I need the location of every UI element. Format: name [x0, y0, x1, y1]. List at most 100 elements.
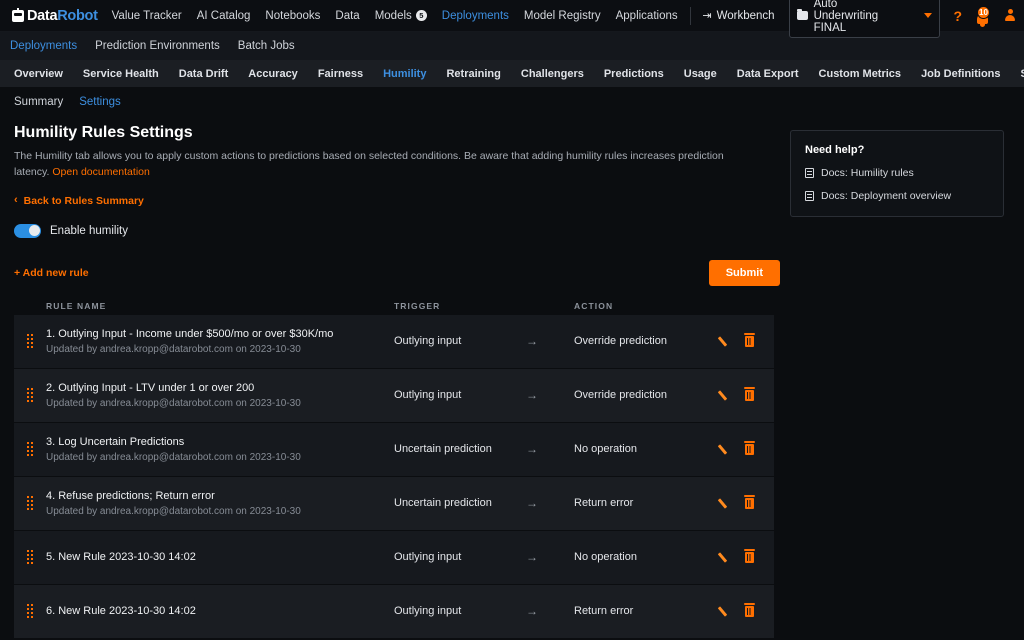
project-selector[interactable]: Auto Underwriting FINAL [789, 0, 941, 38]
row-action-icons [719, 389, 774, 402]
tab-data-drift[interactable]: Data Drift [179, 68, 229, 80]
column-header-action: ACTION [574, 301, 719, 311]
rule-name: 4. Refuse predictions; Return error [46, 490, 394, 502]
tab-data-export[interactable]: Data Export [737, 68, 799, 80]
edit-icon[interactable] [719, 605, 732, 618]
nav-item-ai-catalog[interactable]: AI Catalog [197, 10, 251, 22]
rule-action: Return error [574, 497, 719, 509]
add-new-rule-button[interactable]: + Add new rule [14, 267, 89, 279]
table-row[interactable]: 4. Refuse predictions; Return error Upda… [14, 477, 774, 531]
arrow-right-icon: → [526, 604, 538, 618]
page-content: Humility Rules Settings The Humility tab… [0, 108, 1024, 639]
drag-handle-icon[interactable] [14, 442, 46, 457]
rule-subtitle: Updated by andrea.kropp@datarobot.com on… [46, 344, 394, 355]
robot-icon [12, 10, 24, 22]
tab-settings[interactable]: Settings [1021, 68, 1024, 80]
tab-job-definitions[interactable]: Job Definitions [921, 68, 1000, 80]
rule-name-cell: 6. New Rule 2023-10-30 14:02 [46, 605, 394, 617]
drag-handle-icon[interactable] [14, 388, 46, 403]
row-action-icons [719, 443, 774, 456]
drag-handle-icon[interactable] [14, 334, 46, 349]
tab-predictions[interactable]: Predictions [604, 68, 664, 80]
delete-icon[interactable] [745, 552, 754, 563]
enable-humility-toggle[interactable] [14, 224, 41, 238]
edit-icon[interactable] [719, 551, 732, 564]
rule-subtitle: Updated by andrea.kropp@datarobot.com on… [46, 452, 394, 463]
back-to-rules-summary-link[interactable]: ‹ Back to Rules Summary [14, 195, 780, 207]
question-mark-icon: ? [953, 8, 962, 24]
datarobot-logo[interactable]: DataRobot [8, 8, 98, 24]
tab-challengers[interactable]: Challengers [521, 68, 584, 80]
rule-trigger: Uncertain prediction [394, 497, 574, 509]
rule-name: 5. New Rule 2023-10-30 14:02 [46, 551, 394, 563]
rule-action: Override prediction [574, 335, 719, 347]
document-icon [805, 168, 814, 178]
drag-handle-icon[interactable] [14, 496, 46, 511]
submit-button[interactable]: Submit [709, 260, 780, 286]
rule-name: 1. Outlying Input - Income under $500/mo… [46, 328, 394, 340]
tab-custom-metrics[interactable]: Custom Metrics [819, 68, 902, 80]
rule-trigger: Uncertain prediction [394, 443, 574, 455]
deployment-tab-bar: Overview Service Health Data Drift Accur… [0, 60, 1024, 87]
drag-handle-icon[interactable] [14, 550, 46, 565]
table-header-row: RULE NAME TRIGGER ACTION [14, 297, 774, 315]
open-documentation-link[interactable]: Open documentation [52, 166, 149, 178]
table-row[interactable]: 1. Outlying Input - Income under $500/mo… [14, 315, 774, 369]
tab-service-health[interactable]: Service Health [83, 68, 159, 80]
column-header-trigger: TRIGGER [394, 301, 574, 311]
delete-icon[interactable] [745, 390, 754, 401]
tab-retraining[interactable]: Retraining [446, 68, 500, 80]
rule-trigger: Outlying input [394, 605, 574, 617]
edit-icon[interactable] [719, 443, 732, 456]
rule-name-cell: 5. New Rule 2023-10-30 14:02 [46, 551, 394, 563]
rule-trigger: Outlying input [394, 551, 574, 563]
nav-item-applications[interactable]: Applications [616, 10, 678, 22]
tab-usage[interactable]: Usage [684, 68, 717, 80]
table-row[interactable]: 3. Log Uncertain Predictions Updated by … [14, 423, 774, 477]
main-column: Humility Rules Settings The Humility tab… [14, 124, 780, 639]
humility-subtabs: Summary Settings [0, 87, 1024, 108]
enable-humility-label: Enable humility [50, 225, 128, 237]
subtab-settings[interactable]: Settings [79, 96, 121, 108]
delete-icon[interactable] [745, 498, 754, 509]
delete-icon[interactable] [745, 336, 754, 347]
table-row[interactable]: 2. Outlying Input - LTV under 1 or over … [14, 369, 774, 423]
help-button[interactable]: ? [953, 8, 962, 24]
edit-icon[interactable] [719, 389, 732, 402]
delete-icon[interactable] [745, 606, 754, 617]
nav-item-data[interactable]: Data [335, 10, 359, 22]
docs-humility-rules-link[interactable]: Docs: Humility rules [805, 167, 989, 179]
rule-name-cell: 3. Log Uncertain Predictions Updated by … [46, 436, 394, 463]
edit-icon[interactable] [719, 335, 732, 348]
workbench-link[interactable]: ⇥ Workbench [702, 9, 774, 22]
nav-item-deployments[interactable]: Deployments [442, 10, 509, 22]
table-row[interactable]: 6. New Rule 2023-10-30 14:02 Outlying in… [14, 585, 774, 639]
tab-overview[interactable]: Overview [14, 68, 63, 80]
table-row[interactable]: 5. New Rule 2023-10-30 14:02 Outlying in… [14, 531, 774, 585]
edit-icon[interactable] [719, 497, 732, 510]
nav-divider [690, 7, 691, 25]
page-description: The Humility tab allows you to apply cus… [14, 149, 759, 181]
rule-name: 6. New Rule 2023-10-30 14:02 [46, 605, 394, 617]
user-account-button[interactable] [1004, 9, 1016, 22]
logo-text-data: Data [27, 8, 57, 24]
page-title: Humility Rules Settings [14, 124, 780, 142]
tab-accuracy[interactable]: Accuracy [248, 68, 298, 80]
tab-fairness[interactable]: Fairness [318, 68, 363, 80]
tab-humility[interactable]: Humility [383, 68, 426, 80]
nav-item-models[interactable]: Models 5 [375, 10, 427, 22]
subnav-item-deployments[interactable]: Deployments [10, 40, 77, 52]
docs-deployment-overview-link[interactable]: Docs: Deployment overview [805, 190, 989, 202]
subnav-item-prediction-environments[interactable]: Prediction Environments [95, 40, 220, 52]
docs-deployment-overview-label: Docs: Deployment overview [821, 190, 951, 202]
delete-icon[interactable] [745, 444, 754, 455]
row-action-icons [719, 605, 774, 618]
nav-item-value-tracker[interactable]: Value Tracker [112, 10, 182, 22]
notifications-button[interactable]: 10 [975, 7, 991, 25]
nav-item-notebooks[interactable]: Notebooks [265, 10, 320, 22]
drag-handle-icon[interactable] [14, 604, 46, 619]
rule-action: No operation [574, 443, 719, 455]
subnav-item-batch-jobs[interactable]: Batch Jobs [238, 40, 295, 52]
nav-item-model-registry[interactable]: Model Registry [524, 10, 601, 22]
subtab-summary[interactable]: Summary [14, 96, 63, 108]
